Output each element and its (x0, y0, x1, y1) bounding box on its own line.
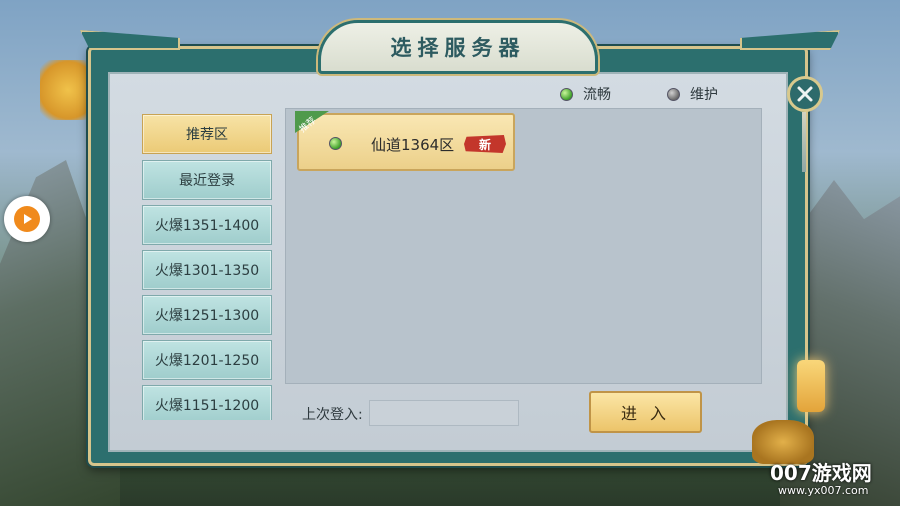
page-title: 选择服务器 (390, 35, 526, 60)
close-tassel (802, 112, 806, 172)
watermark-url: www.yx007.com (778, 484, 869, 497)
sidebar-item-1351-1400[interactable]: 火爆1351-1400 (142, 205, 272, 245)
close-button[interactable] (787, 76, 823, 112)
legend-maintenance: 维护 (667, 84, 718, 104)
enter-button[interactable]: 进 入 (589, 391, 702, 433)
last-login-field (369, 400, 519, 426)
sidebar-item-recommended[interactable]: 推荐区 (142, 114, 272, 154)
sidebar-item-1251-1300[interactable]: 火爆1251-1300 (142, 295, 272, 335)
sidebar-item-1201-1250[interactable]: 火爆1201-1250 (142, 340, 272, 380)
legend-good: 流畅 (560, 84, 611, 104)
sidebar-item-1301-1350[interactable]: 火爆1301-1350 (142, 250, 272, 290)
status-green-icon (560, 87, 573, 101)
lantern-decoration (797, 360, 825, 412)
server-name: 仙道1364区 (371, 136, 455, 154)
status-gray-icon (667, 87, 680, 101)
server-status-icon (329, 137, 342, 150)
last-login-label: 上次登入: (302, 407, 363, 423)
floating-assist-button[interactable] (4, 196, 50, 242)
legend-good-label: 流畅 (583, 87, 611, 103)
sidebar-item-recent[interactable]: 最近登录 (142, 160, 272, 200)
server-group-list: 推荐区 最近登录 火爆1351-1400 火爆1301-1350 火爆1251-… (137, 108, 277, 420)
sidebar-item-1151-1200[interactable]: 火爆1151-1200 (142, 385, 272, 420)
frame-wing-right (740, 30, 840, 50)
server-card[interactable]: 仙道1364区 新 (297, 113, 515, 171)
legend-maintenance-label: 维护 (690, 87, 718, 103)
title-plate: 选择服务器 (318, 20, 598, 74)
new-badge: 新 (464, 135, 506, 153)
frame-wing-left (80, 30, 180, 50)
watermark-logo: 007游戏网 (770, 461, 872, 485)
close-icon (797, 86, 813, 102)
play-icon (14, 206, 40, 232)
